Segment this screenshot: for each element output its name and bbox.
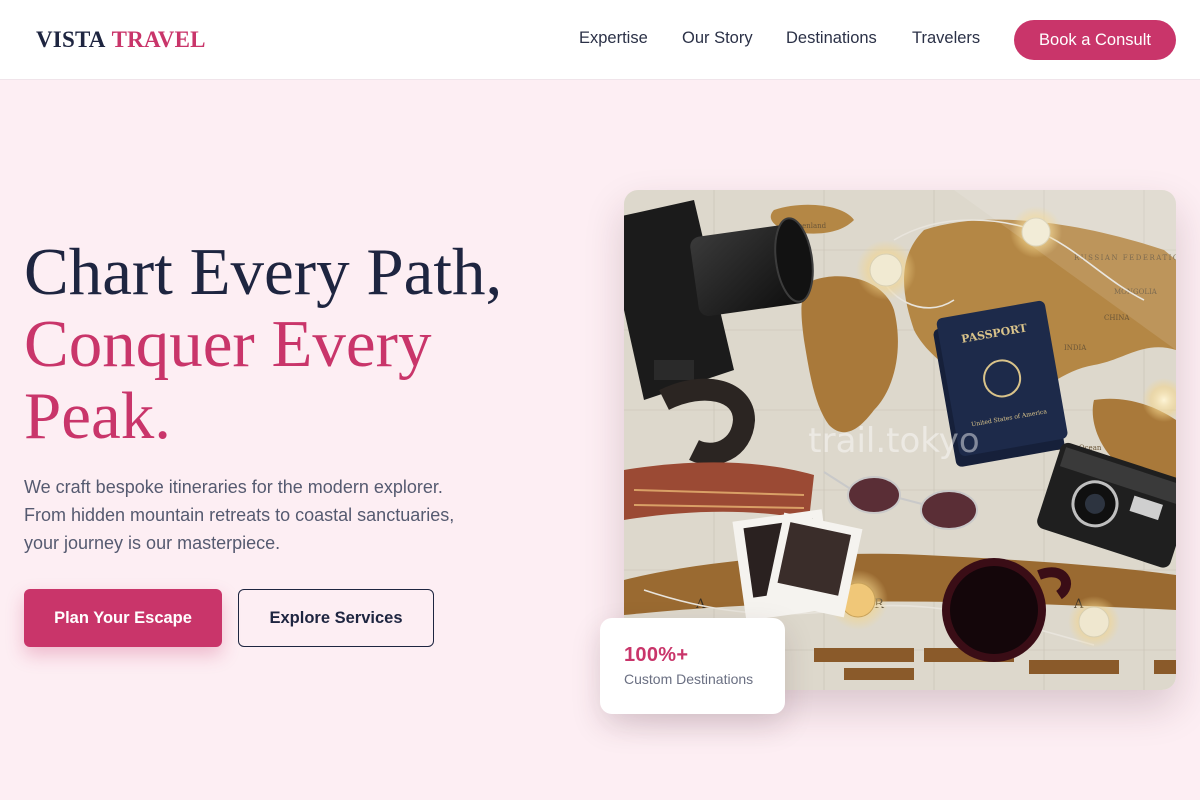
headline-line-2: Conquer Every (24, 307, 432, 381)
brand-word-travel: TRAVEL (111, 27, 206, 52)
nav-link-travelers[interactable]: Travelers (912, 29, 1014, 48)
map-label-china: CHINA (1104, 314, 1130, 322)
brand-word-vista: VISTA (36, 27, 106, 52)
map-label-india: INDIA (1064, 344, 1087, 352)
destinations-stat-card: 100%+ Custom Destinations (600, 618, 785, 714)
brand-logo[interactable]: VISTA TRAVEL (24, 20, 218, 60)
stat-value: 100%+ (624, 644, 689, 666)
image-watermark: trail.tokyo (808, 421, 979, 461)
stat-label: Custom Destinations (624, 671, 754, 687)
travel-flatlay-illustration: RUSSIAN FEDERATION MONGOLIA CHINA INDIA … (624, 190, 1176, 690)
book-consult-button[interactable]: Book a Consult (1014, 20, 1176, 60)
hero-headline: Chart Every Path, Conquer Every Peak. (24, 236, 502, 452)
explore-services-button[interactable]: Explore Services (238, 589, 434, 647)
nav-link-expertise[interactable]: Expertise (579, 29, 682, 48)
headline-line-3: Peak. (24, 379, 171, 453)
site-header: VISTA TRAVEL Expertise Our Story Destina… (0, 0, 1200, 80)
main-nav: Expertise Our Story Destinations Travele… (579, 29, 1014, 48)
hero-photo: RUSSIAN FEDERATION MONGOLIA CHINA INDIA … (624, 190, 1176, 690)
hero-description: We craft bespoke itineraries for the mod… (24, 477, 455, 553)
polaroid-photos (732, 509, 863, 621)
nav-link-destinations[interactable]: Destinations (786, 29, 912, 48)
plan-escape-button[interactable]: Plan Your Escape (24, 589, 222, 647)
nav-link-our-story[interactable]: Our Story (682, 29, 786, 48)
headline-line-1: Chart Every Path, (24, 235, 503, 309)
